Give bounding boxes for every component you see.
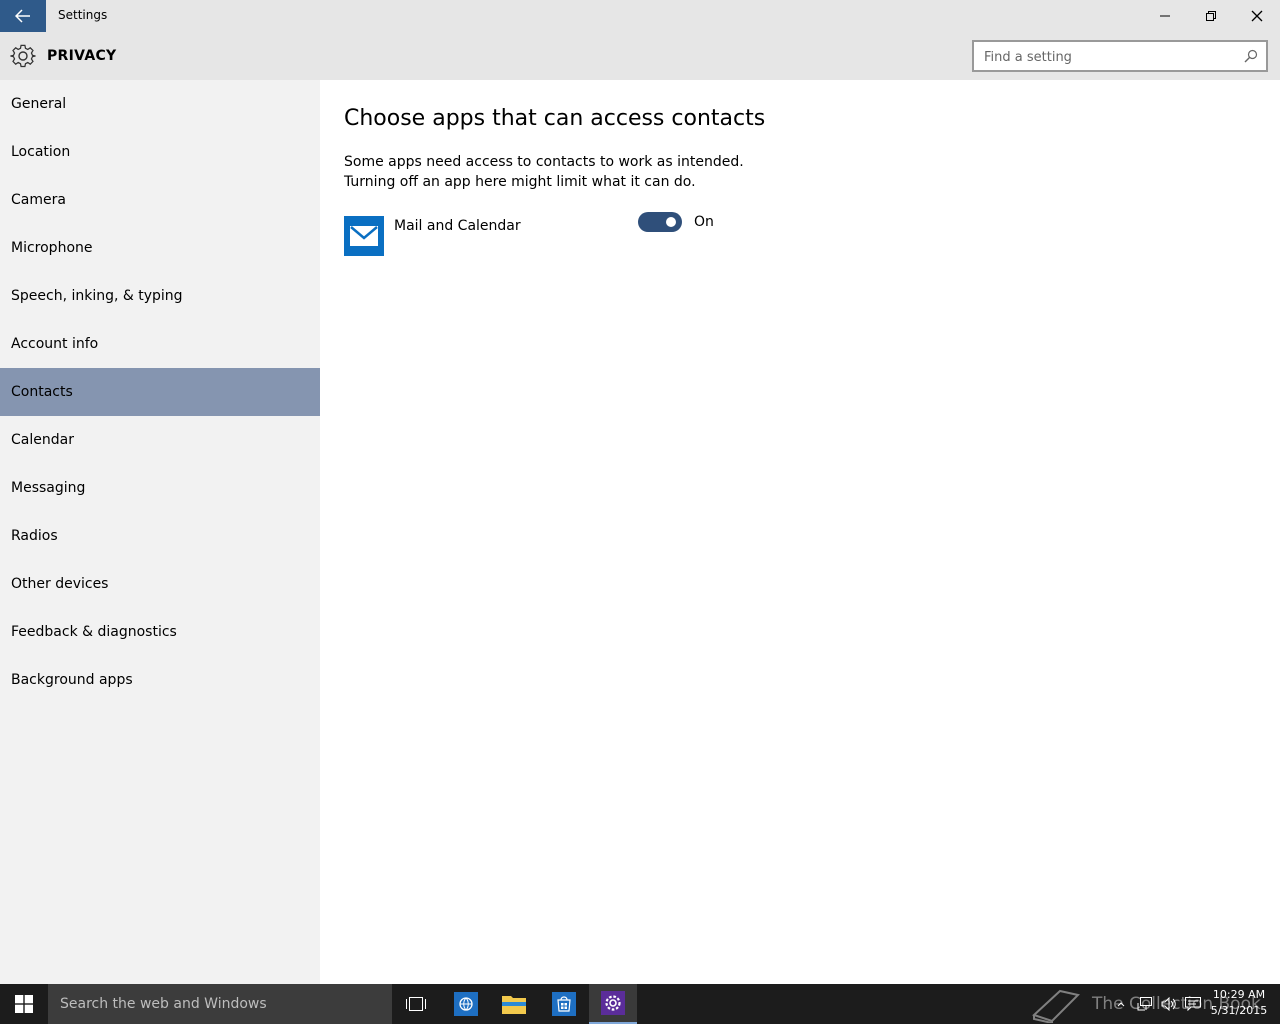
close-button[interactable] — [1234, 0, 1280, 32]
clock-time: 10:29 AM — [1212, 988, 1266, 1001]
sidebar-item-microphone[interactable]: Microphone — [0, 224, 320, 272]
sidebar-item-speech-inking-typing[interactable]: Speech, inking, & typing — [0, 272, 320, 320]
network-button[interactable] — [1134, 984, 1156, 1024]
task-view-button[interactable] — [392, 984, 440, 1024]
app-name: Mail and Calendar — [394, 218, 521, 234]
sidebar-item-camera[interactable]: Camera — [0, 176, 320, 224]
taskbar-clock[interactable]: 10:29 AM 5/31/2015 — [1206, 987, 1272, 1019]
mail-app-tile — [344, 216, 384, 256]
sidebar-item-other-devices[interactable]: Other devices — [0, 560, 320, 608]
settings-icon — [601, 991, 625, 1015]
toggle-state-label: On — [694, 214, 714, 230]
store-icon — [552, 992, 576, 1016]
windows-logo-icon — [15, 995, 33, 1013]
settings-taskbar-button[interactable] — [589, 984, 637, 1024]
start-button[interactable] — [0, 984, 48, 1024]
task-view-icon — [406, 997, 426, 1011]
page-title: PRIVACY — [47, 48, 117, 64]
network-icon — [1137, 997, 1152, 1011]
chevron-up-icon — [1117, 1002, 1125, 1007]
sidebar-item-radios[interactable]: Radios — [0, 512, 320, 560]
window-title: Settings — [58, 8, 108, 22]
settings-header: PRIVACY — [0, 32, 1280, 80]
taskbar: The Collection Book 10:29 AM 5/31/2015 — [0, 984, 1280, 1024]
volume-icon — [1161, 997, 1176, 1011]
sidebar-item-account-info[interactable]: Account info — [0, 320, 320, 368]
content-pane: Choose apps that can access contacts Som… — [320, 80, 1280, 984]
sidebar-item-location[interactable]: Location — [0, 128, 320, 176]
restore-icon — [1206, 11, 1216, 21]
sidebar-item-general[interactable]: General — [0, 80, 320, 128]
internet-explorer-button[interactable] — [442, 984, 490, 1024]
store-button[interactable] — [540, 984, 588, 1024]
show-hidden-icons-button[interactable] — [1112, 984, 1130, 1024]
action-center-button[interactable] — [1182, 984, 1204, 1024]
notification-icon — [1185, 997, 1201, 1011]
mail-icon — [350, 226, 378, 246]
sidebar: General Location Camera Microphone Speec… — [0, 80, 320, 984]
search-input[interactable] — [984, 47, 1234, 67]
app-permission-row: Mail and Calendar On — [344, 212, 764, 256]
volume-button[interactable] — [1158, 984, 1180, 1024]
content-title: Choose apps that can access contacts — [344, 106, 766, 131]
contacts-access-toggle[interactable] — [638, 212, 682, 232]
close-icon — [1251, 10, 1263, 22]
toggle-knob — [666, 217, 676, 227]
minimize-button[interactable] — [1142, 0, 1188, 32]
title-bar: Settings — [0, 0, 1280, 32]
back-arrow-icon — [15, 9, 30, 23]
sidebar-item-feedback-diagnostics[interactable]: Feedback & diagnostics — [0, 608, 320, 656]
taskbar-search-input[interactable] — [60, 994, 380, 1014]
clock-date: 5/31/2015 — [1210, 1004, 1268, 1017]
minimize-icon — [1160, 15, 1170, 17]
gear-icon — [10, 44, 36, 68]
taskbar-search[interactable] — [48, 984, 392, 1024]
restore-button[interactable] — [1188, 0, 1234, 32]
sidebar-item-calendar[interactable]: Calendar — [0, 416, 320, 464]
search-icon — [1244, 49, 1258, 63]
sidebar-item-background-apps[interactable]: Background apps — [0, 656, 320, 704]
settings-search[interactable] — [972, 40, 1268, 72]
content-description: Some apps need access to contacts to wor… — [344, 154, 744, 190]
sidebar-item-messaging[interactable]: Messaging — [0, 464, 320, 512]
internet-explorer-icon — [454, 992, 478, 1016]
file-explorer-icon — [502, 996, 526, 1014]
file-explorer-button[interactable] — [490, 984, 538, 1024]
book-icon — [1032, 989, 1080, 1023]
sidebar-item-contacts[interactable]: Contacts — [0, 368, 320, 416]
back-button[interactable] — [0, 0, 46, 32]
